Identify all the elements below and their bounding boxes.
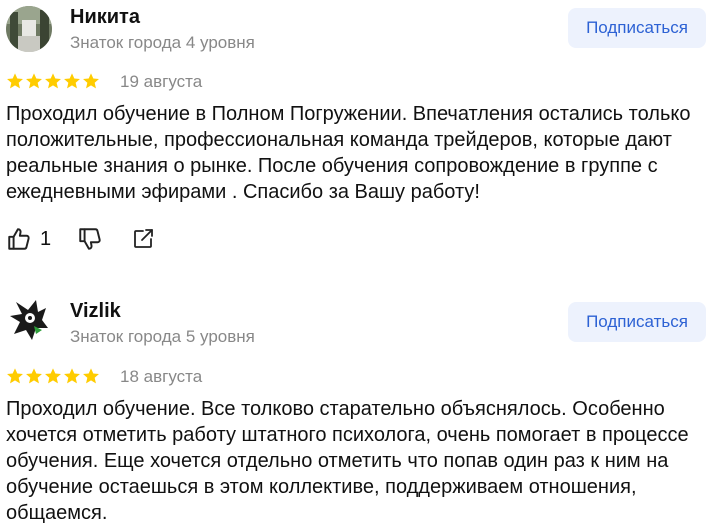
- star-icon: [45, 73, 61, 89]
- star-icon: [64, 368, 80, 384]
- star-icon: [83, 368, 99, 384]
- star-icon: [26, 368, 42, 384]
- thumbs-down-icon: [79, 228, 101, 250]
- star-icon: [26, 73, 42, 89]
- star-icon: [83, 73, 99, 89]
- reviewer-name[interactable]: Никита: [70, 6, 140, 29]
- dislike-button[interactable]: [77, 226, 103, 252]
- review-date: 19 августа: [120, 72, 203, 91]
- share-icon: [134, 229, 154, 248]
- subscribe-button[interactable]: Подписаться: [568, 8, 706, 48]
- star-icon: [64, 73, 80, 89]
- review-actions: 1: [6, 226, 155, 252]
- thumbs-up-icon: [8, 228, 30, 250]
- share-button[interactable]: [131, 227, 155, 251]
- star-icon: [7, 73, 23, 89]
- reviewer-level: Знаток города 5 уровня: [70, 327, 255, 346]
- like-button[interactable]: 1: [6, 226, 51, 252]
- avatar[interactable]: [6, 6, 52, 52]
- star-icon: [7, 368, 23, 384]
- reviewer-name[interactable]: Vizlik: [70, 300, 121, 323]
- subscribe-button[interactable]: Подписаться: [568, 302, 706, 342]
- reviewer-level: Знаток города 4 уровня: [70, 33, 255, 52]
- review-text: Проходил обучение в Полном Погружении. В…: [6, 103, 691, 203]
- rating-stars: [6, 72, 100, 90]
- like-count: 1: [40, 227, 52, 250]
- review-date: 18 августа: [120, 367, 203, 386]
- rating-stars: [6, 367, 100, 385]
- avatar[interactable]: [6, 296, 52, 342]
- review-text: Проходил обучение. Все толково старатель…: [6, 398, 689, 524]
- star-icon: [45, 368, 61, 384]
